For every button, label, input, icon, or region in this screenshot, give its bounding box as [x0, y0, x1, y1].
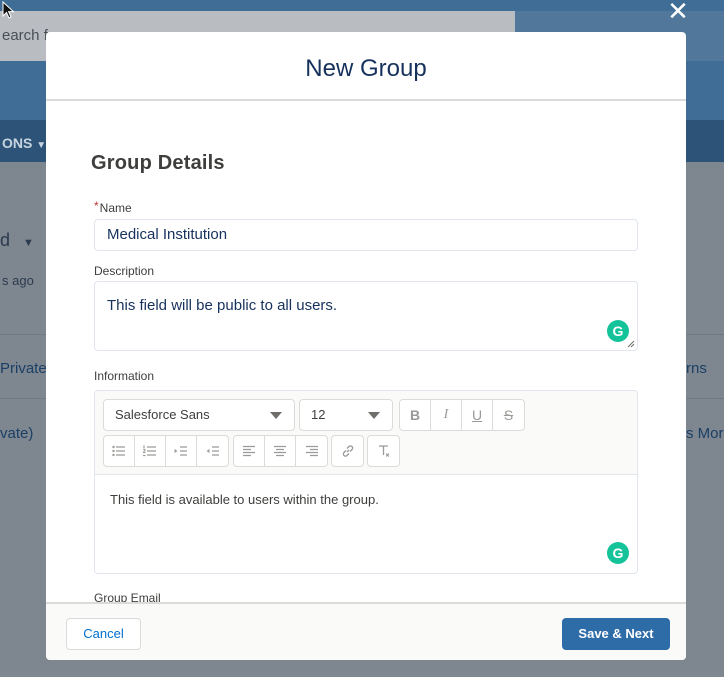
link-group — [331, 435, 364, 467]
align-left-icon — [243, 445, 255, 457]
close-icon[interactable]: ✕ — [664, 0, 692, 26]
bold-icon: B — [409, 407, 421, 423]
italic-icon: I — [443, 407, 449, 422]
list-item-link[interactable]: Private — [0, 360, 47, 377]
outdent-icon — [206, 446, 219, 456]
alignment-group — [233, 435, 328, 467]
description-textarea[interactable]: This field will be public to all users. … — [94, 281, 638, 351]
indent-button[interactable] — [166, 436, 197, 466]
bulleted-list-icon — [112, 445, 125, 457]
align-left-button[interactable] — [234, 436, 265, 466]
indent-icon — [174, 446, 187, 456]
chevron-down-icon — [270, 412, 282, 419]
list-format-group — [103, 435, 229, 467]
list-item-link[interactable]: vate) — [0, 425, 33, 442]
bulleted-list-button[interactable] — [104, 436, 135, 466]
information-rich-text-editor: Salesforce Sans 12 B I U S This field is… — [94, 390, 638, 574]
align-right-button[interactable] — [296, 436, 327, 466]
section-title: Group Details — [91, 152, 225, 174]
modal-footer: Cancel Save & Next — [46, 602, 686, 660]
chevron-down-icon — [368, 412, 380, 419]
list-updated-time: s ago — [2, 273, 34, 288]
numbered-list-icon — [143, 445, 156, 457]
clear-formatting-icon — [378, 445, 389, 457]
required-indicator: * — [94, 199, 99, 213]
list-item-link[interactable]: s More — [686, 425, 724, 442]
underline-button[interactable]: U — [462, 400, 493, 430]
information-editor-content[interactable]: This field is available to users within … — [110, 492, 379, 507]
rte-toolbar: Salesforce Sans 12 B I U S — [95, 391, 637, 475]
italic-button[interactable]: I — [431, 400, 462, 430]
name-label-text: Name — [99, 201, 132, 215]
grammarly-icon[interactable]: G — [607, 320, 629, 342]
align-center-icon — [274, 445, 286, 457]
list-view-title[interactable]: d ▼ — [0, 230, 34, 251]
information-label: Information — [94, 369, 155, 383]
modal-header: New Group — [46, 32, 686, 101]
underline-icon: U — [471, 407, 483, 423]
strikethrough-button[interactable]: S — [493, 400, 524, 430]
clear-formatting-button[interactable] — [368, 436, 399, 466]
save-next-button[interactable]: Save & Next — [562, 618, 670, 650]
mouse-cursor-icon — [2, 1, 15, 19]
font-size-select[interactable]: 12 — [299, 399, 393, 431]
text-format-group: B I U S — [399, 399, 525, 431]
description-label: Description — [94, 264, 155, 278]
list-item-link[interactable]: rns — [686, 360, 707, 377]
new-group-modal: New Group Group Details *Name Medical In… — [46, 32, 686, 660]
list-view-label: d — [0, 230, 11, 250]
description-text: This field will be public to all users. — [107, 297, 338, 314]
modal-body[interactable]: Group Details *Name Medical Institution … — [46, 103, 686, 603]
chevron-down-icon[interactable]: ▼ — [36, 140, 46, 151]
outdent-button[interactable] — [197, 436, 228, 466]
link-icon — [342, 445, 353, 457]
align-center-button[interactable] — [265, 436, 296, 466]
clear-format-group — [367, 435, 400, 467]
chevron-down-icon[interactable]: ▼ — [23, 237, 34, 249]
search-text: earch f — [2, 27, 48, 44]
modal-title: New Group — [305, 55, 427, 82]
numbered-list-button[interactable] — [135, 436, 166, 466]
font-family-select[interactable]: Salesforce Sans — [103, 399, 295, 431]
grammarly-icon[interactable]: G — [607, 542, 629, 564]
cancel-button[interactable]: Cancel — [66, 618, 141, 650]
nav-label[interactable]: ONS — [2, 135, 32, 151]
name-label: *Name — [94, 199, 132, 215]
resize-handle-icon[interactable] — [627, 340, 635, 348]
strikethrough-icon: S — [503, 407, 514, 423]
font-family-value: Salesforce Sans — [115, 407, 210, 422]
bold-button[interactable]: B — [400, 400, 431, 430]
font-size-value: 12 — [311, 407, 326, 422]
align-right-icon — [305, 445, 318, 457]
name-input[interactable]: Medical Institution — [94, 219, 638, 251]
insert-link-button[interactable] — [332, 436, 363, 466]
